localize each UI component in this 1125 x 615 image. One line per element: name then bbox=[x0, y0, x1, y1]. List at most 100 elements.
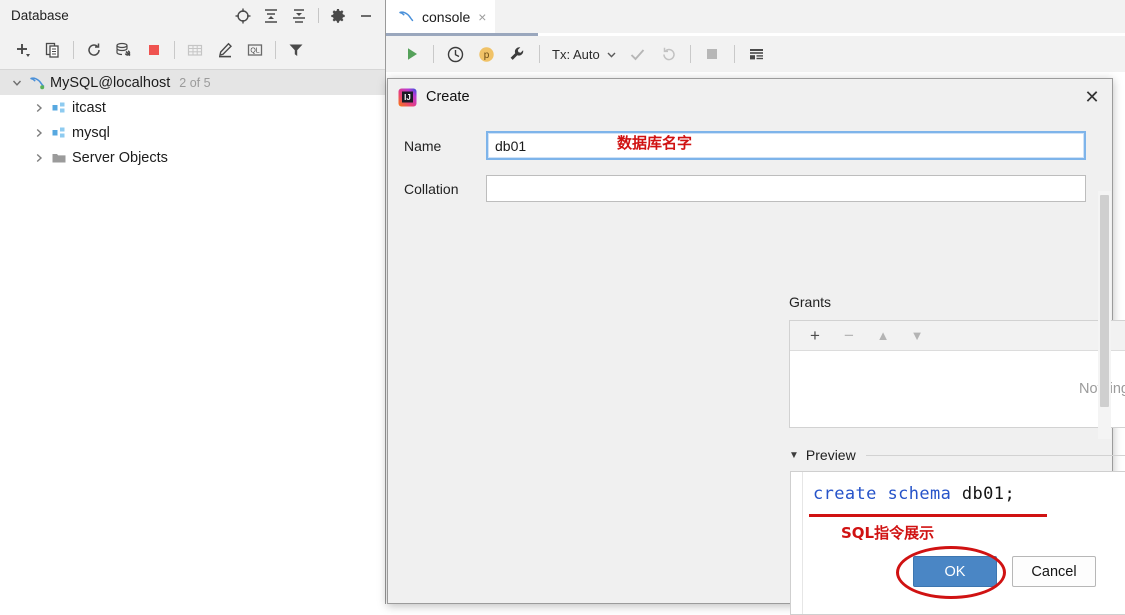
filter-icon[interactable] bbox=[281, 36, 311, 64]
refresh-icon[interactable] bbox=[79, 36, 109, 64]
rollback-icon bbox=[653, 40, 684, 68]
tree-item-server-objects[interactable]: Server Objects bbox=[0, 145, 385, 170]
table-icon[interactable] bbox=[180, 36, 210, 64]
svg-text:IJ: IJ bbox=[404, 93, 411, 102]
name-row: Name db01 bbox=[388, 131, 1114, 160]
add-grant-icon[interactable]: + bbox=[798, 323, 832, 349]
stop-icon[interactable] bbox=[139, 36, 169, 64]
database-tree[interactable]: MySQL@localhost 2 of 5 itcast mysql Serv… bbox=[0, 70, 385, 604]
console-divider bbox=[433, 45, 434, 63]
toolbar-divider bbox=[73, 41, 74, 59]
database-tool-window: Database QL MySQL@localhost 2 of 5 itcas… bbox=[0, 0, 386, 604]
expand-all-icon[interactable] bbox=[258, 3, 284, 29]
preview-code-panel[interactable]: create schema db01; SQL指令展示 bbox=[790, 471, 1125, 615]
chevron-down-icon[interactable] bbox=[8, 78, 26, 88]
tree-item-mysql[interactable]: mysql bbox=[0, 120, 385, 145]
dialog-buttons: OK Cancel bbox=[913, 556, 1096, 587]
add-icon[interactable] bbox=[8, 36, 38, 64]
grants-label: Grants bbox=[789, 294, 832, 310]
chevron-down-icon[interactable] bbox=[602, 40, 622, 68]
toolbar-divider-3 bbox=[275, 41, 276, 59]
remove-grant-icon: − bbox=[844, 325, 854, 345]
chevron-right-icon[interactable] bbox=[30, 153, 48, 163]
locate-icon[interactable] bbox=[230, 3, 256, 29]
preview-title: Preview bbox=[805, 447, 856, 463]
collation-row: Collation bbox=[388, 175, 1114, 202]
name-label: Name bbox=[404, 137, 442, 154]
close-icon[interactable]: × bbox=[478, 9, 486, 25]
tree-item-label: mysql bbox=[72, 124, 110, 141]
editor-tabstrip: console × bbox=[386, 0, 1125, 36]
folder-icon bbox=[48, 150, 70, 166]
database-panel-header-icons bbox=[230, 3, 385, 29]
sql-preview-text: create schema db01; bbox=[813, 484, 1015, 504]
create-dialog: IJ Create ✕ Name db01 Collation Grants +… bbox=[387, 78, 1125, 615]
dialog-scrollbar-track[interactable] bbox=[1098, 191, 1111, 439]
annotation-name-note: 数据库名字 bbox=[617, 134, 693, 152]
database-toolbar: QL bbox=[0, 31, 385, 70]
console-toolbar: p Tx: Auto bbox=[386, 36, 1125, 72]
grants-panel: + − ▲ ▼ Nothing to show bbox=[789, 320, 1125, 428]
console-divider-3 bbox=[689, 45, 691, 63]
header-divider bbox=[318, 8, 319, 23]
annotation-sql-note: SQL指令展示 bbox=[841, 524, 935, 542]
dialog-titlebar: IJ Create ✕ bbox=[388, 79, 1112, 115]
mysql-dolphin-icon bbox=[26, 75, 48, 90]
tx-mode-label[interactable]: Tx: Auto bbox=[552, 47, 600, 62]
mysql-dolphin-icon bbox=[398, 9, 415, 24]
grants-empty-message: Nothing to show bbox=[790, 351, 1125, 427]
dialog-scrollbar-thumb[interactable] bbox=[1100, 195, 1109, 407]
parameters-icon[interactable]: p bbox=[471, 40, 502, 68]
query-console-icon[interactable]: QL bbox=[240, 36, 270, 64]
tree-item-itcast[interactable]: itcast bbox=[0, 95, 385, 120]
move-down-icon: ▼ bbox=[910, 328, 924, 343]
sql-identifier: db01; bbox=[951, 484, 1016, 504]
minimize-icon[interactable] bbox=[353, 3, 379, 29]
output-table-icon[interactable] bbox=[741, 40, 772, 68]
intellij-idea-icon: IJ bbox=[398, 88, 417, 107]
tree-item-label: MySQL@localhost bbox=[50, 74, 171, 91]
tab-console[interactable]: console × bbox=[386, 0, 496, 33]
duplicate-icon[interactable] bbox=[38, 36, 68, 64]
tree-item-count: 2 of 5 bbox=[179, 75, 211, 90]
sync-settings-icon[interactable] bbox=[109, 36, 139, 64]
collapse-caret-icon[interactable]: ▼ bbox=[789, 450, 799, 461]
database-panel-title: Database bbox=[11, 8, 69, 23]
preview-header: ▼ Preview bbox=[789, 442, 1125, 468]
history-clock-icon[interactable] bbox=[440, 40, 471, 68]
cancel-button[interactable]: Cancel bbox=[1012, 556, 1096, 587]
ok-button[interactable]: OK bbox=[913, 556, 997, 587]
tree-item-label: itcast bbox=[72, 99, 106, 116]
console-divider-2 bbox=[539, 45, 540, 63]
collation-label: Collation bbox=[404, 180, 459, 197]
svg-text:QL: QL bbox=[250, 48, 259, 55]
move-up-icon: ▲ bbox=[876, 328, 890, 343]
wrench-icon[interactable] bbox=[502, 40, 533, 68]
commit-check-icon bbox=[622, 40, 653, 68]
toolbar-divider-2 bbox=[174, 41, 175, 59]
sql-keywords: create schema bbox=[813, 484, 952, 504]
collation-input[interactable] bbox=[486, 175, 1086, 202]
edit-icon[interactable] bbox=[210, 36, 240, 64]
schema-icon bbox=[48, 100, 70, 116]
close-icon[interactable]: ✕ bbox=[1072, 80, 1112, 114]
grants-toolbar: + − ▲ ▼ bbox=[790, 321, 1125, 351]
schema-icon bbox=[48, 125, 70, 141]
name-input[interactable]: db01 bbox=[486, 131, 1086, 160]
stop-square-icon bbox=[697, 40, 728, 68]
console-divider-4 bbox=[733, 45, 735, 63]
run-play-icon[interactable] bbox=[396, 40, 427, 68]
tree-item-label: Server Objects bbox=[72, 149, 168, 166]
tab-label: console bbox=[422, 8, 471, 25]
dialog-title: Create bbox=[426, 89, 470, 105]
editor-gutter bbox=[791, 472, 803, 614]
preview-rule bbox=[865, 454, 1125, 456]
name-input-value: db01 bbox=[495, 137, 527, 154]
gear-icon[interactable] bbox=[325, 3, 351, 29]
chevron-right-icon[interactable] bbox=[30, 128, 48, 138]
tree-item-mysql-localhost[interactable]: MySQL@localhost 2 of 5 bbox=[0, 70, 385, 95]
collapse-all-icon[interactable] bbox=[286, 3, 312, 29]
annotation-sql-underline bbox=[809, 514, 1047, 517]
chevron-right-icon[interactable] bbox=[30, 103, 48, 113]
database-panel-header: Database bbox=[0, 0, 385, 31]
